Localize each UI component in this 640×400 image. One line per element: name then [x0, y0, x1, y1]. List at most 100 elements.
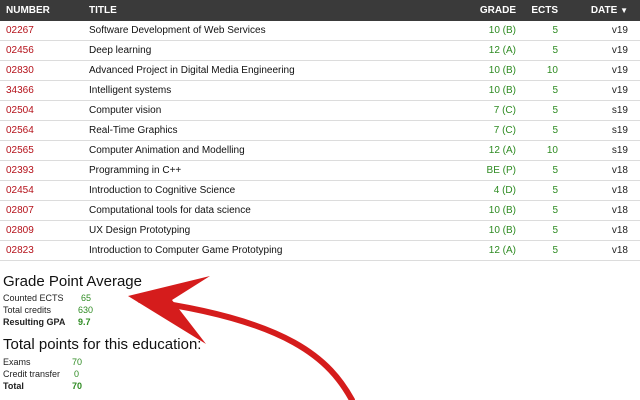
resulting-gpa-row: Resulting GPA 9.7: [0, 317, 200, 329]
table-row: 02565 Computer Animation and Modelling 1…: [0, 141, 640, 161]
course-grade: 12 (A): [488, 45, 516, 56]
course-title: Software Development of Web Services: [89, 25, 266, 36]
gpa-heading: Grade Point Average: [3, 273, 142, 290]
course-grade: 10 (B): [488, 225, 516, 236]
course-number-link[interactable]: 02809: [6, 225, 34, 236]
course-ects: 5: [552, 185, 558, 196]
course-ects: 5: [552, 225, 558, 236]
table-row: 02564 Real-Time Graphics 7 (C) 5 s19: [0, 121, 640, 141]
credit-transfer-row: Credit transfer 0: [0, 369, 200, 381]
course-title: Introduction to Computer Game Prototypin…: [89, 245, 283, 256]
course-date: v18: [611, 225, 628, 236]
col-date-header[interactable]: DATE ▼: [591, 5, 628, 16]
course-title: Computer vision: [89, 105, 162, 116]
course-date: v19: [611, 25, 628, 36]
table-row: 02504 Computer vision 7 (C) 5 s19: [0, 101, 640, 121]
course-grade: BE (P): [486, 165, 516, 176]
course-number-link[interactable]: 02456: [6, 45, 34, 56]
course-grade: 4 (D): [493, 185, 516, 196]
course-number-link[interactable]: 02830: [6, 65, 34, 76]
course-grade: 12 (A): [488, 245, 516, 256]
table-row: 02454 Introduction to Cognitive Science …: [0, 181, 640, 201]
course-ects: 5: [552, 45, 558, 56]
course-ects: 10: [546, 65, 558, 76]
exams-label: Exams: [3, 357, 31, 367]
course-ects: 5: [552, 245, 558, 256]
course-grade: 10 (B): [488, 85, 516, 96]
counted-ects-row: Counted ECTS 65: [0, 293, 200, 305]
total-credits-label: Total credits: [3, 305, 52, 315]
resulting-gpa-value: 9.7: [78, 317, 91, 327]
table-row: 02830 Advanced Project in Digital Media …: [0, 61, 640, 81]
course-title: Introduction to Cognitive Science: [89, 185, 236, 196]
total-points-value: 70: [72, 381, 83, 391]
course-ects: 5: [552, 105, 558, 116]
table-row: 02807 Computational tools for data scien…: [0, 201, 640, 221]
table-row: 02267 Software Development of Web Servic…: [0, 21, 640, 41]
course-title: Computational tools for data science: [89, 205, 251, 216]
course-grade: 7 (C): [493, 105, 516, 116]
course-title: Programming in C++: [89, 165, 182, 176]
total-points-label: Total: [3, 381, 24, 391]
course-number-link[interactable]: 34366: [6, 85, 34, 96]
course-date: v19: [611, 65, 628, 76]
exams-value: 70: [72, 357, 83, 367]
col-date-label: DATE: [590, 5, 618, 16]
course-number-link[interactable]: 02823: [6, 245, 34, 256]
course-grade: 10 (B): [488, 205, 516, 216]
course-number-link[interactable]: 02454: [6, 185, 34, 196]
col-ects-header[interactable]: ECTS: [531, 5, 558, 16]
course-ects: 5: [552, 165, 558, 176]
table-row: 02456 Deep learning 12 (A) 5 v19: [0, 41, 640, 61]
total-credits-value: 630: [78, 305, 94, 315]
col-grade-header[interactable]: GRADE: [480, 5, 516, 16]
course-number-link[interactable]: 02393: [6, 165, 34, 176]
course-number-link[interactable]: 02267: [6, 25, 34, 36]
course-number-link[interactable]: 02564: [6, 125, 34, 136]
total-points-row: Total 70: [0, 381, 200, 393]
course-ects: 5: [552, 125, 558, 136]
course-number-link[interactable]: 02807: [6, 205, 34, 216]
course-date: v19: [611, 85, 628, 96]
col-title-header[interactable]: TITLE: [89, 5, 117, 16]
course-number-link[interactable]: 02565: [6, 145, 34, 156]
course-date: v18: [611, 185, 628, 196]
counted-ects-value: 65: [81, 293, 92, 303]
course-ects: 5: [552, 85, 558, 96]
course-date: s19: [611, 125, 628, 136]
course-grade: 10 (B): [488, 65, 516, 76]
total-points-heading: Total points for this education:: [3, 336, 202, 353]
course-title: Real-Time Graphics: [89, 125, 178, 136]
course-date: v18: [611, 205, 628, 216]
course-date: s19: [611, 145, 628, 156]
course-title: Deep learning: [89, 45, 152, 56]
course-grade: 10 (B): [488, 25, 516, 36]
course-ects: 5: [552, 25, 558, 36]
exams-row: Exams 70: [0, 357, 200, 369]
credit-transfer-label: Credit transfer: [3, 369, 61, 379]
course-grade: 12 (A): [488, 145, 516, 156]
course-title: Intelligent systems: [89, 85, 172, 96]
course-number-link[interactable]: 02504: [6, 105, 34, 116]
course-ects: 5: [552, 205, 558, 216]
courses-table: 02267 Software Development of Web Servic…: [0, 21, 640, 261]
table-row: 02823 Introduction to Computer Game Prot…: [0, 241, 640, 261]
course-grade: 7 (C): [493, 125, 516, 136]
course-ects: 10: [546, 145, 558, 156]
table-row: 02809 UX Design Prototyping 10 (B) 5 v18: [0, 221, 640, 241]
course-date: v18: [611, 245, 628, 256]
table-row: 34366 Intelligent systems 10 (B) 5 v19: [0, 81, 640, 101]
col-number-header[interactable]: NUMBER: [6, 5, 50, 16]
course-title: UX Design Prototyping: [89, 225, 191, 236]
course-date: v18: [611, 165, 628, 176]
course-date: s19: [611, 105, 628, 116]
table-row: 02393 Programming in C++ BE (P) 5 v18: [0, 161, 640, 181]
course-title: Computer Animation and Modelling: [89, 145, 245, 156]
total-credits-row: Total credits 630: [0, 305, 200, 317]
credit-transfer-value: 0: [74, 369, 80, 379]
sort-down-icon: ▼: [620, 6, 628, 15]
resulting-gpa-label: Resulting GPA: [3, 317, 66, 327]
counted-ects-label: Counted ECTS: [3, 293, 64, 303]
table-header: NUMBER TITLE GRADE ECTS DATE ▼: [0, 0, 640, 21]
course-title: Advanced Project in Digital Media Engine…: [89, 65, 295, 76]
